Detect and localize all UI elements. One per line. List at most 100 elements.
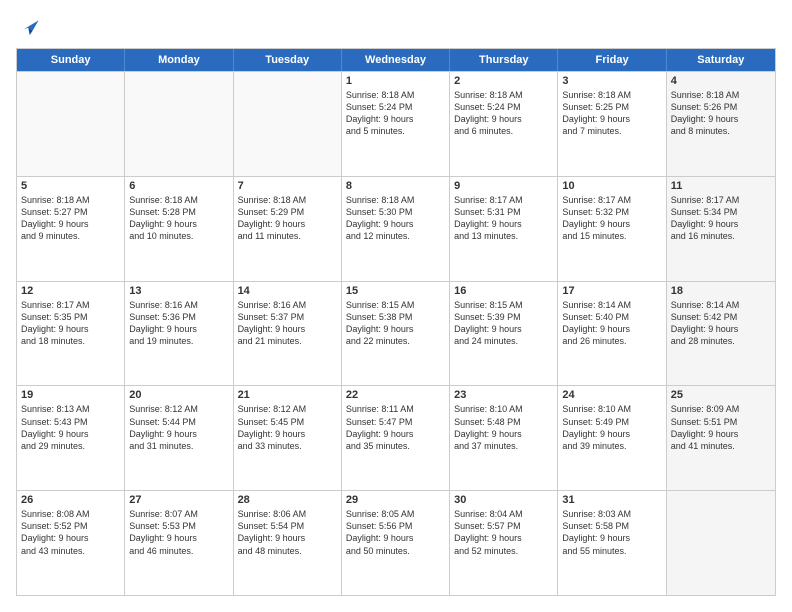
calendar-row-2: 5 Sunrise: 8:18 AM Sunset: 5:27 PM Daylig… xyxy=(17,176,775,281)
empty-cell-0-0 xyxy=(17,72,125,176)
day-cell-9: 9 Sunrise: 8:17 AM Sunset: 5:31 PM Daylig… xyxy=(450,177,558,281)
day-cell-22: 22 Sunrise: 8:11 AM Sunset: 5:47 PM Dayli… xyxy=(342,386,450,490)
day-number: 12 xyxy=(21,285,120,297)
day-cell-1: 1 Sunrise: 8:18 AM Sunset: 5:24 PM Daylig… xyxy=(342,72,450,176)
day-cell-18: 18 Sunrise: 8:14 AM Sunset: 5:42 PM Dayli… xyxy=(667,282,775,386)
day-info: Sunrise: 8:14 AM Sunset: 5:40 PM Dayligh… xyxy=(562,299,661,348)
day-number: 5 xyxy=(21,180,120,192)
day-info: Sunrise: 8:18 AM Sunset: 5:24 PM Dayligh… xyxy=(346,89,445,138)
day-cell-8: 8Sunrise: 8:18 AM Sunset: 5:30 PM Daylig… xyxy=(342,177,450,281)
day-info: Sunrise: 8:03 AM Sunset: 5:58 PM Dayligh… xyxy=(562,508,661,557)
day-cell-15: 15 Sunrise: 8:15 AM Sunset: 5:38 PM Dayli… xyxy=(342,282,450,386)
day-info: Sunrise: 8:07 AM Sunset: 5:53 PM Dayligh… xyxy=(129,508,228,557)
day-info: Sunrise: 8:18 AM Sunset: 5:24 PM Dayligh… xyxy=(454,89,553,138)
day-number: 16 xyxy=(454,285,553,297)
day-number: 19 xyxy=(21,389,120,401)
calendar-row-3: 12Sunrise: 8:17 AM Sunset: 5:35 PM Dayli… xyxy=(17,281,775,386)
day-info: Sunrise: 8:18 AM Sunset: 5:28 PM Dayligh… xyxy=(129,194,228,243)
calendar-header: SundayMondayTuesdayWednesdayThursdayFrid… xyxy=(17,49,775,71)
day-info: Sunrise: 8:13 AM Sunset: 5:43 PM Dayligh… xyxy=(21,403,120,452)
day-number: 21 xyxy=(238,389,337,401)
day-number: 14 xyxy=(238,285,337,297)
day-cell-14: 14 Sunrise: 8:16 AM Sunset: 5:37 PM Dayli… xyxy=(234,282,342,386)
day-cell-29: 29 Sunrise: 8:05 AM Sunset: 5:56 PM Dayli… xyxy=(342,491,450,595)
day-info: Sunrise: 8:17 AM Sunset: 5:31 PM Dayligh… xyxy=(454,194,553,243)
day-number: 31 xyxy=(562,494,661,506)
day-number: 15 xyxy=(346,285,445,297)
header xyxy=(16,16,776,38)
day-number: 18 xyxy=(671,285,771,297)
day-cell-28: 28 Sunrise: 8:06 AM Sunset: 5:54 PM Dayli… xyxy=(234,491,342,595)
day-cell-20: 20Sunrise: 8:12 AM Sunset: 5:44 PM Dayli… xyxy=(125,386,233,490)
day-cell-10: 10 Sunrise: 8:17 AM Sunset: 5:32 PM Dayli… xyxy=(558,177,666,281)
day-info: Sunrise: 8:12 AM Sunset: 5:44 PM Dayligh… xyxy=(129,403,228,452)
day-info: Sunrise: 8:18 AM Sunset: 5:25 PM Dayligh… xyxy=(562,89,661,138)
calendar: SundayMondayTuesdayWednesdayThursdayFrid… xyxy=(16,48,776,596)
day-info: Sunrise: 8:06 AM Sunset: 5:54 PM Dayligh… xyxy=(238,508,337,557)
day-number: 3 xyxy=(562,75,661,87)
day-cell-3: 3 Sunrise: 8:18 AM Sunset: 5:25 PM Daylig… xyxy=(558,72,666,176)
day-number: 27 xyxy=(129,494,228,506)
day-info: Sunrise: 8:14 AM Sunset: 5:42 PM Dayligh… xyxy=(671,299,771,348)
day-info: Sunrise: 8:18 AM Sunset: 5:27 PM Dayligh… xyxy=(21,194,120,243)
day-info: Sunrise: 8:05 AM Sunset: 5:56 PM Dayligh… xyxy=(346,508,445,557)
day-number: 9 xyxy=(454,180,553,192)
day-cell-11: 11 Sunrise: 8:17 AM Sunset: 5:34 PM Dayli… xyxy=(667,177,775,281)
day-info: Sunrise: 8:09 AM Sunset: 5:51 PM Dayligh… xyxy=(671,403,771,452)
day-info: Sunrise: 8:18 AM Sunset: 5:30 PM Dayligh… xyxy=(346,194,445,243)
page: SundayMondayTuesdayWednesdayThursdayFrid… xyxy=(0,0,792,612)
day-cell-25: 25 Sunrise: 8:09 AM Sunset: 5:51 PM Dayli… xyxy=(667,386,775,490)
day-info: Sunrise: 8:17 AM Sunset: 5:32 PM Dayligh… xyxy=(562,194,661,243)
day-cell-13: 13 Sunrise: 8:16 AM Sunset: 5:36 PM Dayli… xyxy=(125,282,233,386)
day-info: Sunrise: 8:15 AM Sunset: 5:38 PM Dayligh… xyxy=(346,299,445,348)
calendar-row-5: 26 Sunrise: 8:08 AM Sunset: 5:52 PM Dayli… xyxy=(17,490,775,595)
day-cell-30: 30Sunrise: 8:04 AM Sunset: 5:57 PM Dayli… xyxy=(450,491,558,595)
day-info: Sunrise: 8:18 AM Sunset: 5:26 PM Dayligh… xyxy=(671,89,771,138)
day-info: Sunrise: 8:11 AM Sunset: 5:47 PM Dayligh… xyxy=(346,403,445,452)
logo-bird-icon xyxy=(18,16,40,38)
day-info: Sunrise: 8:17 AM Sunset: 5:34 PM Dayligh… xyxy=(671,194,771,243)
day-number: 10 xyxy=(562,180,661,192)
empty-cell-0-2 xyxy=(234,72,342,176)
empty-cell-0-1 xyxy=(125,72,233,176)
day-header-saturday: Saturday xyxy=(667,49,775,71)
day-number: 25 xyxy=(671,389,771,401)
day-info: Sunrise: 8:10 AM Sunset: 5:48 PM Dayligh… xyxy=(454,403,553,452)
day-info: Sunrise: 8:12 AM Sunset: 5:45 PM Dayligh… xyxy=(238,403,337,452)
day-header-sunday: Sunday xyxy=(17,49,125,71)
day-number: 13 xyxy=(129,285,228,297)
day-info: Sunrise: 8:04 AM Sunset: 5:57 PM Dayligh… xyxy=(454,508,553,557)
day-cell-31: 31 Sunrise: 8:03 AM Sunset: 5:58 PM Dayli… xyxy=(558,491,666,595)
day-cell-24: 24Sunrise: 8:10 AM Sunset: 5:49 PM Dayli… xyxy=(558,386,666,490)
day-number: 6 xyxy=(129,180,228,192)
calendar-row-1: 1 Sunrise: 8:18 AM Sunset: 5:24 PM Daylig… xyxy=(17,71,775,176)
day-info: Sunrise: 8:16 AM Sunset: 5:36 PM Dayligh… xyxy=(129,299,228,348)
day-header-monday: Monday xyxy=(125,49,233,71)
day-number: 7 xyxy=(238,180,337,192)
day-number: 29 xyxy=(346,494,445,506)
day-header-thursday: Thursday xyxy=(450,49,558,71)
day-header-wednesday: Wednesday xyxy=(342,49,450,71)
day-cell-27: 27 Sunrise: 8:07 AM Sunset: 5:53 PM Dayli… xyxy=(125,491,233,595)
day-number: 23 xyxy=(454,389,553,401)
day-number: 11 xyxy=(671,180,771,192)
day-cell-16: 16Sunrise: 8:15 AM Sunset: 5:39 PM Dayli… xyxy=(450,282,558,386)
day-cell-2: 2Sunrise: 8:18 AM Sunset: 5:24 PM Daylig… xyxy=(450,72,558,176)
day-number: 4 xyxy=(671,75,771,87)
day-cell-7: 7Sunrise: 8:18 AM Sunset: 5:29 PM Daylig… xyxy=(234,177,342,281)
day-number: 22 xyxy=(346,389,445,401)
day-info: Sunrise: 8:16 AM Sunset: 5:37 PM Dayligh… xyxy=(238,299,337,348)
day-number: 26 xyxy=(21,494,120,506)
day-header-tuesday: Tuesday xyxy=(234,49,342,71)
day-cell-21: 21 Sunrise: 8:12 AM Sunset: 5:45 PM Dayli… xyxy=(234,386,342,490)
day-number: 28 xyxy=(238,494,337,506)
day-cell-4: 4 Sunrise: 8:18 AM Sunset: 5:26 PM Daylig… xyxy=(667,72,775,176)
day-cell-26: 26 Sunrise: 8:08 AM Sunset: 5:52 PM Dayli… xyxy=(17,491,125,595)
day-header-friday: Friday xyxy=(558,49,666,71)
day-info: Sunrise: 8:08 AM Sunset: 5:52 PM Dayligh… xyxy=(21,508,120,557)
day-number: 1 xyxy=(346,75,445,87)
day-cell-23: 23 Sunrise: 8:10 AM Sunset: 5:48 PM Dayli… xyxy=(450,386,558,490)
day-number: 24 xyxy=(562,389,661,401)
empty-cell-4-6 xyxy=(667,491,775,595)
calendar-row-4: 19 Sunrise: 8:13 AM Sunset: 5:43 PM Dayli… xyxy=(17,385,775,490)
